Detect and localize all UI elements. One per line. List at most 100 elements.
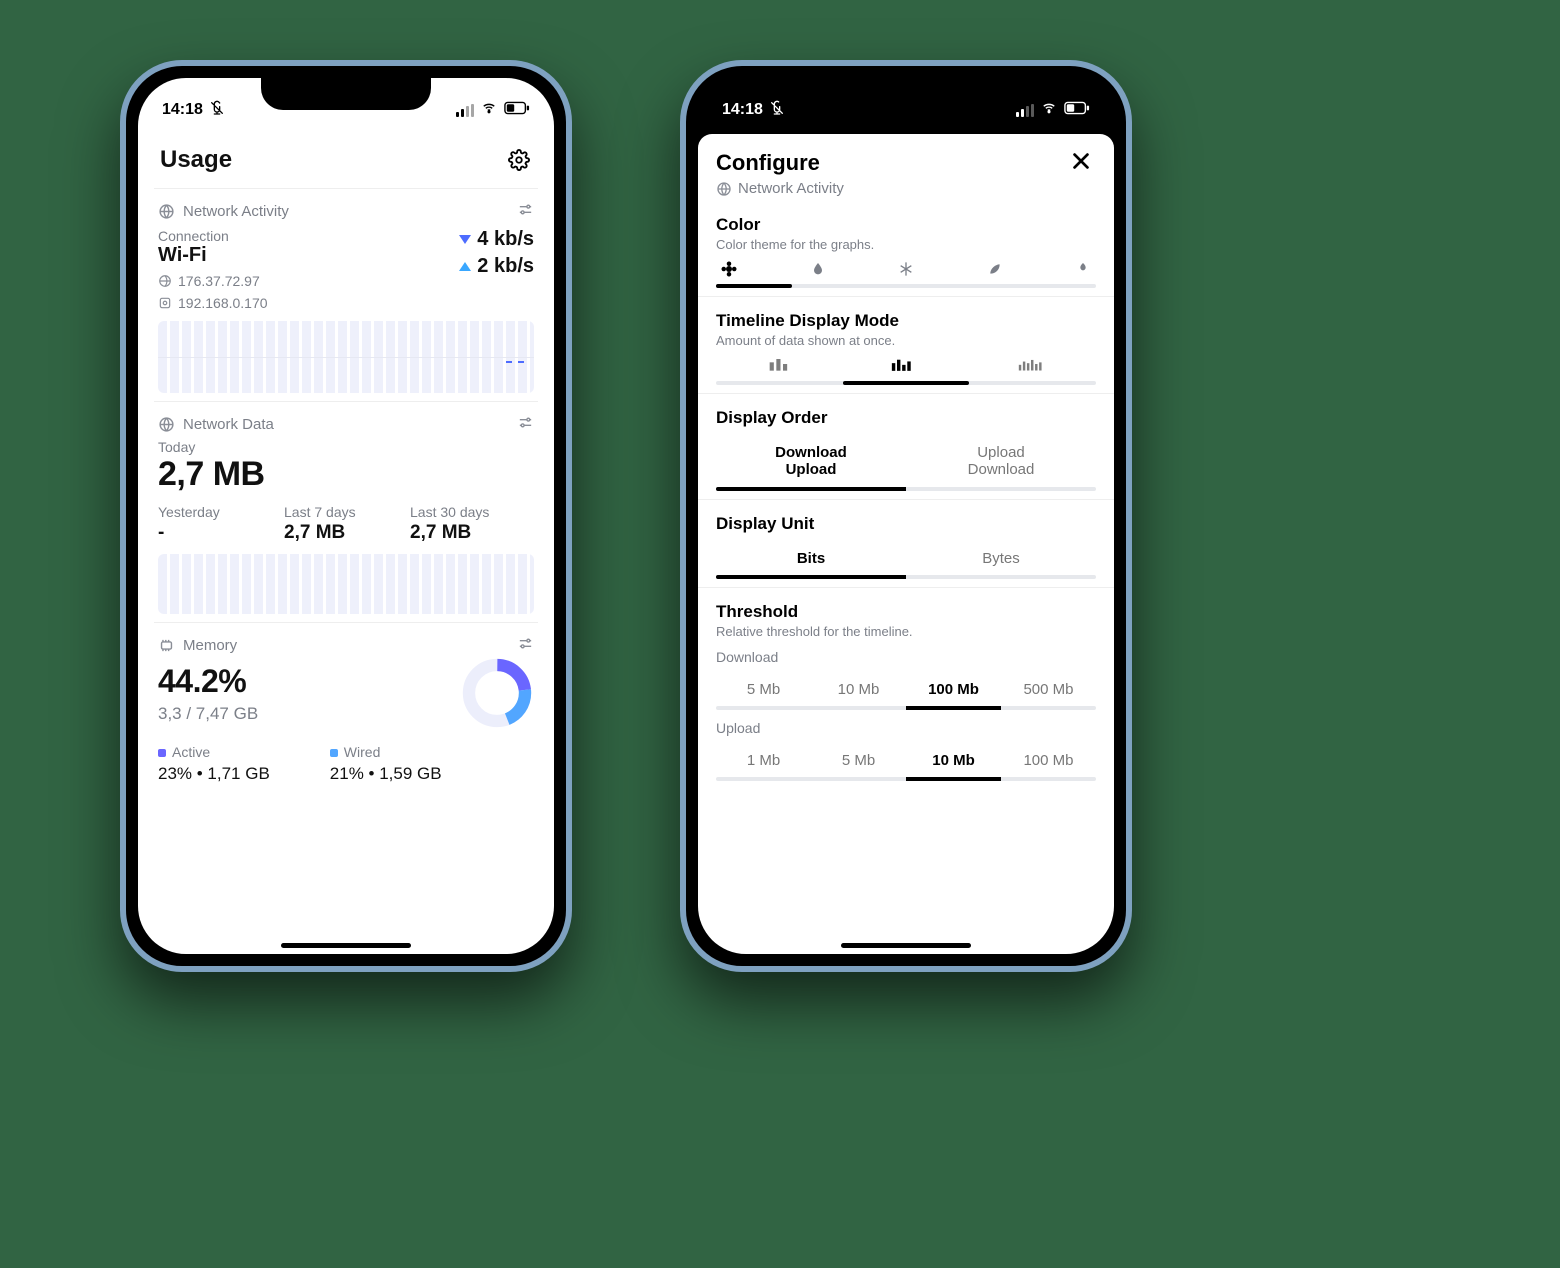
mute-icon bbox=[209, 100, 225, 121]
option-label: 100 Mb bbox=[1023, 752, 1073, 769]
color-section: Color Color theme for the graphs. bbox=[698, 201, 1114, 297]
close-button[interactable] bbox=[1066, 146, 1096, 181]
display-unit-option[interactable]: Bits bbox=[716, 544, 906, 573]
snowflake-icon bbox=[898, 261, 914, 277]
threshold-upload-label: Upload bbox=[716, 720, 1096, 736]
legend-dot-icon bbox=[158, 749, 166, 757]
sheet-subtitle: Network Activity bbox=[738, 180, 844, 197]
timeline-option[interactable] bbox=[768, 356, 788, 377]
page-title: Usage bbox=[160, 146, 232, 174]
section-label: Memory bbox=[183, 637, 237, 654]
color-theme-option[interactable] bbox=[1072, 258, 1094, 280]
memory-percent: 44.2% bbox=[158, 663, 258, 700]
timeline-title: Timeline Display Mode bbox=[716, 311, 1096, 331]
option-label: 500 Mb bbox=[1023, 681, 1073, 698]
phone-left: 14:18 Usage bbox=[120, 60, 572, 972]
threshold-upload-option[interactable]: 10 Mb bbox=[906, 746, 1001, 775]
status-time: 14:18 bbox=[722, 101, 763, 119]
memory-active: Active 23% • 1,71 GB bbox=[158, 744, 270, 784]
home-indicator[interactable] bbox=[281, 943, 411, 948]
close-icon bbox=[1070, 150, 1092, 172]
period-label: Last 30 days bbox=[410, 504, 510, 520]
legend-value: 23% • 1,71 GB bbox=[158, 764, 270, 784]
color-sub: Color theme for the graphs. bbox=[716, 237, 1096, 252]
display-order-title: Display Order bbox=[716, 408, 1096, 428]
threshold-download-option[interactable]: 500 Mb bbox=[1001, 675, 1096, 704]
option-label: 10 Mb bbox=[838, 681, 880, 698]
status-time: 14:18 bbox=[162, 101, 203, 119]
notch bbox=[821, 78, 991, 110]
color-theme-option[interactable] bbox=[807, 258, 829, 280]
period-label: Yesterday bbox=[158, 504, 258, 520]
threshold-download-option[interactable]: 10 Mb bbox=[811, 675, 906, 704]
download-speed: 4 kb/s bbox=[477, 228, 534, 251]
connection-label: Connection bbox=[158, 228, 268, 244]
display-order-section: Display Order Download Upload Upload Dow… bbox=[698, 394, 1114, 500]
timeline-option[interactable] bbox=[891, 356, 915, 377]
section-label: Network Activity bbox=[183, 203, 289, 220]
threshold-upload-indicator bbox=[716, 777, 1096, 781]
option-label: Download Upload bbox=[775, 444, 847, 478]
threshold-upload-option[interactable]: 5 Mb bbox=[811, 746, 906, 775]
network-activity-section: Network Activity Connection Wi-Fi 176.37… bbox=[154, 188, 538, 401]
network-activity-chart bbox=[158, 321, 534, 393]
display-unit-title: Display Unit bbox=[716, 514, 1096, 534]
threshold-download-label: Download bbox=[716, 649, 1096, 665]
gear-icon bbox=[508, 149, 530, 171]
network-data-section: Network Data Today 2,7 MB Yesterday - bbox=[154, 401, 538, 622]
download-arrow-icon bbox=[459, 235, 471, 244]
globe-icon bbox=[716, 181, 732, 197]
legend-label: Wired bbox=[344, 744, 381, 760]
cellular-icon bbox=[1016, 104, 1034, 117]
color-indicator bbox=[716, 284, 1096, 288]
configure-network-activity-button[interactable] bbox=[517, 201, 534, 222]
configure-network-data-button[interactable] bbox=[517, 414, 534, 435]
threshold-section: Threshold Relative threshold for the tim… bbox=[698, 588, 1114, 789]
threshold-download-option[interactable]: 5 Mb bbox=[716, 675, 811, 704]
flower-icon bbox=[720, 260, 738, 278]
upload-arrow-icon bbox=[459, 262, 471, 271]
network-data-chart bbox=[158, 554, 534, 614]
legend-dot-icon bbox=[330, 749, 338, 757]
threshold-download-indicator bbox=[716, 706, 1096, 710]
memory-section: Memory 44.2% 3,3 / 7,47 GB bbox=[154, 622, 538, 792]
configure-memory-button[interactable] bbox=[517, 635, 534, 656]
threshold-upload-option[interactable]: 1 Mb bbox=[716, 746, 811, 775]
connection-value: Wi-Fi bbox=[158, 244, 268, 267]
color-theme-option[interactable] bbox=[718, 258, 740, 280]
bars-icon bbox=[1018, 356, 1044, 372]
option-label: 5 Mb bbox=[747, 681, 780, 698]
mute-icon bbox=[769, 100, 785, 121]
color-theme-option[interactable] bbox=[984, 258, 1006, 280]
timeline-sub: Amount of data shown at once. bbox=[716, 333, 1096, 348]
screen-left: 14:18 Usage bbox=[138, 78, 554, 954]
public-ip: 176.37.72.97 bbox=[178, 273, 260, 289]
screen-right: 14:18 Configure bbox=[698, 78, 1114, 954]
color-title: Color bbox=[716, 215, 1096, 235]
bars-icon bbox=[891, 356, 915, 372]
color-theme-option[interactable] bbox=[895, 258, 917, 280]
local-ip: 192.168.0.170 bbox=[178, 295, 268, 311]
period-label: Last 7 days bbox=[284, 504, 384, 520]
memory-sub: 3,3 / 7,47 GB bbox=[158, 704, 258, 724]
sliders-icon bbox=[517, 414, 534, 431]
sliders-icon bbox=[517, 201, 534, 218]
display-order-option[interactable]: Upload Download bbox=[906, 438, 1096, 485]
threshold-upload-option[interactable]: 100 Mb bbox=[1001, 746, 1096, 775]
threshold-download-option[interactable]: 100 Mb bbox=[906, 675, 1001, 704]
period-yesterday: Yesterday - bbox=[158, 504, 258, 544]
option-label: 1 Mb bbox=[747, 752, 780, 769]
wifi-icon bbox=[1040, 101, 1058, 120]
display-order-indicator bbox=[716, 487, 1096, 491]
sheet-title: Configure bbox=[716, 150, 844, 176]
legend-label: Active bbox=[172, 744, 210, 760]
display-order-option[interactable]: Download Upload bbox=[716, 438, 906, 485]
battery-icon bbox=[1064, 101, 1090, 120]
settings-button[interactable] bbox=[506, 147, 532, 173]
display-unit-option[interactable]: Bytes bbox=[906, 544, 1096, 573]
configure-sheet: Configure Network Activity Color Color t… bbox=[698, 134, 1114, 954]
home-indicator[interactable] bbox=[841, 943, 971, 948]
bars-icon bbox=[768, 356, 788, 372]
timeline-indicator bbox=[716, 381, 1096, 385]
timeline-option[interactable] bbox=[1018, 356, 1044, 377]
